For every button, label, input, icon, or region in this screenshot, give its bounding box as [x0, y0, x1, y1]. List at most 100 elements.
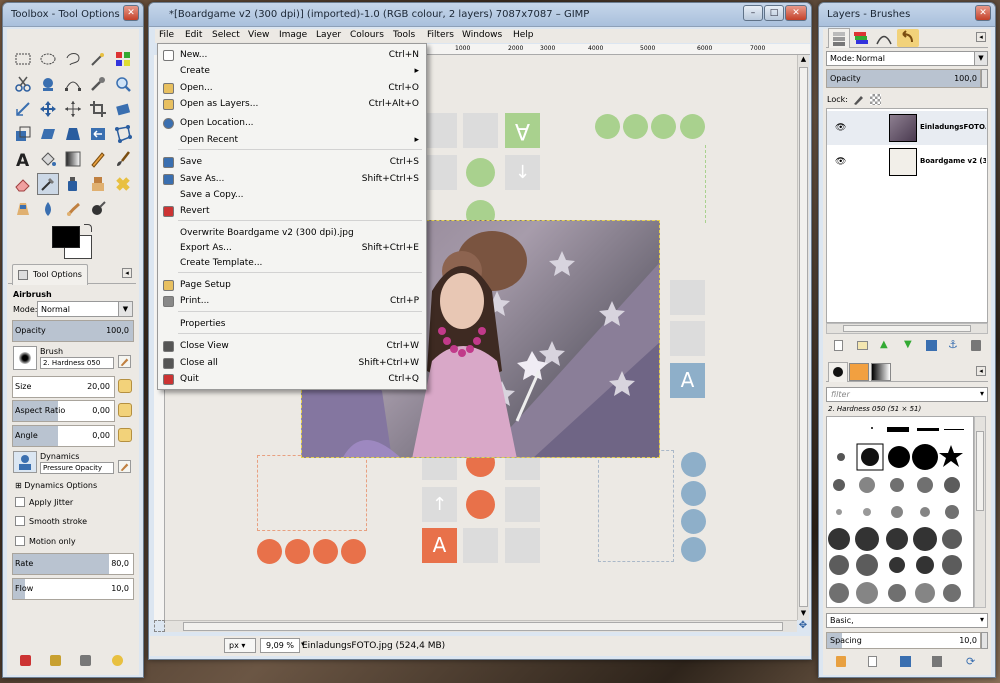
- reset-angle-icon[interactable]: [118, 428, 132, 442]
- lasso-icon[interactable]: [62, 48, 84, 70]
- layers-opacity-slider[interactable]: Opacity 100,0: [826, 69, 981, 88]
- menu-item-save-a-copy[interactable]: Save a Copy...: [158, 188, 426, 203]
- color-select-icon[interactable]: [112, 48, 134, 70]
- menu-item-overwrite-boardgame-v2-300-dpi-jpg[interactable]: Overwrite Boardgame v2 (300 dpi).jpg: [158, 226, 426, 241]
- refresh-brushes-icon[interactable]: ⟳: [966, 655, 975, 668]
- paintbrush-icon[interactable]: [112, 148, 134, 170]
- flip-icon[interactable]: [87, 123, 109, 145]
- duplicate-brush-icon[interactable]: [900, 656, 911, 667]
- layers-close-button[interactable]: ✕: [975, 5, 991, 21]
- smooth-stroke-checkbox[interactable]: [15, 516, 25, 526]
- reset-options-icon[interactable]: [112, 655, 123, 666]
- swap-colors-icon[interactable]: [84, 224, 92, 232]
- dodge-burn-icon[interactable]: [87, 198, 109, 220]
- menu-layer[interactable]: Layer: [316, 30, 341, 40]
- delete-options-icon[interactable]: [80, 655, 91, 666]
- toolbox-titlebar[interactable]: Toolbox - Tool Options ✕: [3, 3, 143, 27]
- menu-item-create[interactable]: Create ▸: [158, 64, 426, 79]
- size-slider[interactable]: Size 20,00: [12, 376, 115, 398]
- foreground-select-icon[interactable]: [37, 73, 59, 95]
- tab-patterns[interactable]: [849, 363, 869, 381]
- brush-set-select[interactable]: Basic, ▾: [826, 613, 988, 628]
- menu-filters[interactable]: Filters: [427, 30, 454, 40]
- raise-layer-icon[interactable]: ▲: [880, 339, 888, 350]
- apply-jitter-checkbox[interactable]: [15, 497, 25, 507]
- navigate-icon[interactable]: ✥: [797, 620, 809, 632]
- reset-aspect-icon[interactable]: [118, 403, 132, 417]
- quick-mask-icon[interactable]: [154, 620, 165, 632]
- flow-slider[interactable]: Flow 10,0: [12, 578, 134, 600]
- brush-grid-scrollbar[interactable]: [974, 416, 986, 608]
- minimize-button[interactable]: –: [743, 5, 763, 21]
- dynamics-button[interactable]: [13, 451, 37, 473]
- menu-item-print[interactable]: Print... Ctrl+P: [158, 294, 426, 309]
- mode-select[interactable]: Normal ▼: [37, 301, 133, 317]
- menu-colours[interactable]: Colours: [350, 30, 384, 40]
- scale-icon[interactable]: [12, 123, 34, 145]
- layers-scroll-thumb[interactable]: [843, 325, 971, 332]
- ellipse-select-icon[interactable]: [37, 48, 59, 70]
- foreground-color-swatch[interactable]: [52, 226, 80, 248]
- menu-item-page-setup[interactable]: Page Setup: [158, 278, 426, 293]
- menu-file[interactable]: File: [159, 30, 174, 40]
- delete-layer-icon[interactable]: [971, 340, 981, 351]
- tab-undo[interactable]: [897, 29, 919, 47]
- eye-icon[interactable]: 👁: [835, 123, 846, 133]
- dynamics-name-field[interactable]: Pressure Opacity: [40, 462, 114, 474]
- rotate-icon[interactable]: [112, 98, 134, 120]
- lock-alpha-icon[interactable]: [870, 94, 881, 105]
- layer-row[interactable]: 👁 EinladungsFOTO.jpg: [827, 111, 987, 145]
- clone-icon[interactable]: [87, 173, 109, 195]
- maximize-button[interactable]: □: [764, 5, 784, 21]
- save-options-icon[interactable]: [20, 655, 31, 666]
- new-layer-icon[interactable]: [834, 340, 843, 351]
- menu-item-open[interactable]: Open... Ctrl+O: [158, 81, 426, 96]
- scissors-icon[interactable]: [12, 73, 34, 95]
- menu-item-open-recent[interactable]: Open Recent ▸: [158, 133, 426, 148]
- tab-tool-options[interactable]: Tool Options: [12, 264, 88, 285]
- tab-gradients[interactable]: [871, 363, 891, 381]
- cage-transform-icon[interactable]: [112, 123, 134, 145]
- brush-spacing-stepper[interactable]: [981, 632, 988, 649]
- menu-item-open-location[interactable]: Open Location...: [158, 116, 426, 131]
- vertical-scroll-thumb[interactable]: [799, 67, 808, 607]
- brush-grid[interactable]: [826, 416, 974, 608]
- menu-item-export-as[interactable]: Export As... Shift+Ctrl+E: [158, 241, 426, 256]
- menu-image[interactable]: Image: [279, 30, 307, 40]
- vertical-scrollbar[interactable]: ▲ ▼: [797, 55, 809, 620]
- dynamics-options-expander[interactable]: ⊞ Dynamics Options: [15, 481, 97, 490]
- toolbox-close-button[interactable]: ✕: [123, 5, 139, 21]
- layers-tab-menu-button[interactable]: ◂: [976, 32, 986, 42]
- horizontal-scrollbar[interactable]: [165, 620, 797, 632]
- layers-mode-select[interactable]: Mode: Normal ▼: [826, 51, 988, 66]
- brush-filter-input[interactable]: filter ▾: [826, 387, 988, 402]
- paths-icon[interactable]: [62, 73, 84, 95]
- zoom-icon[interactable]: [112, 73, 134, 95]
- perspective-icon[interactable]: [62, 123, 84, 145]
- edit-brush-icon[interactable]: [836, 656, 846, 667]
- fuzzy-select-icon[interactable]: [87, 48, 109, 70]
- perspective-clone-icon[interactable]: [12, 198, 34, 220]
- menu-tools[interactable]: Tools: [393, 30, 415, 40]
- text-icon[interactable]: A: [12, 148, 34, 170]
- aspect-ratio-slider[interactable]: Aspect Ratio 0,00: [12, 400, 115, 422]
- scroll-down-arrow-icon[interactable]: ▼: [798, 609, 809, 620]
- blend-icon[interactable]: [62, 148, 84, 170]
- anchor-layer-icon[interactable]: ⚓: [948, 338, 958, 351]
- reset-size-icon[interactable]: [118, 379, 132, 393]
- brush-preview-button[interactable]: [13, 346, 37, 370]
- measure-icon[interactable]: [12, 98, 34, 120]
- menu-item-properties[interactable]: Properties: [158, 317, 426, 332]
- move-icon[interactable]: [37, 98, 59, 120]
- rect-select-icon[interactable]: [12, 48, 34, 70]
- layers-titlebar[interactable]: Layers - Brushes ✕: [819, 3, 995, 27]
- menu-item-revert[interactable]: Revert: [158, 204, 426, 219]
- menu-item-create-template[interactable]: Create Template...: [158, 256, 426, 271]
- menu-item-quit[interactable]: Quit Ctrl+Q: [158, 372, 426, 387]
- bucket-fill-icon[interactable]: [37, 148, 59, 170]
- menu-item-new[interactable]: New... Ctrl+N: [158, 48, 426, 63]
- menu-item-open-as-layers[interactable]: Open as Layers... Ctrl+Alt+O: [158, 97, 426, 112]
- horizontal-scroll-thumb[interactable]: [183, 622, 783, 631]
- new-layer-group-icon[interactable]: [857, 341, 868, 350]
- edit-brush-icon[interactable]: [118, 355, 131, 368]
